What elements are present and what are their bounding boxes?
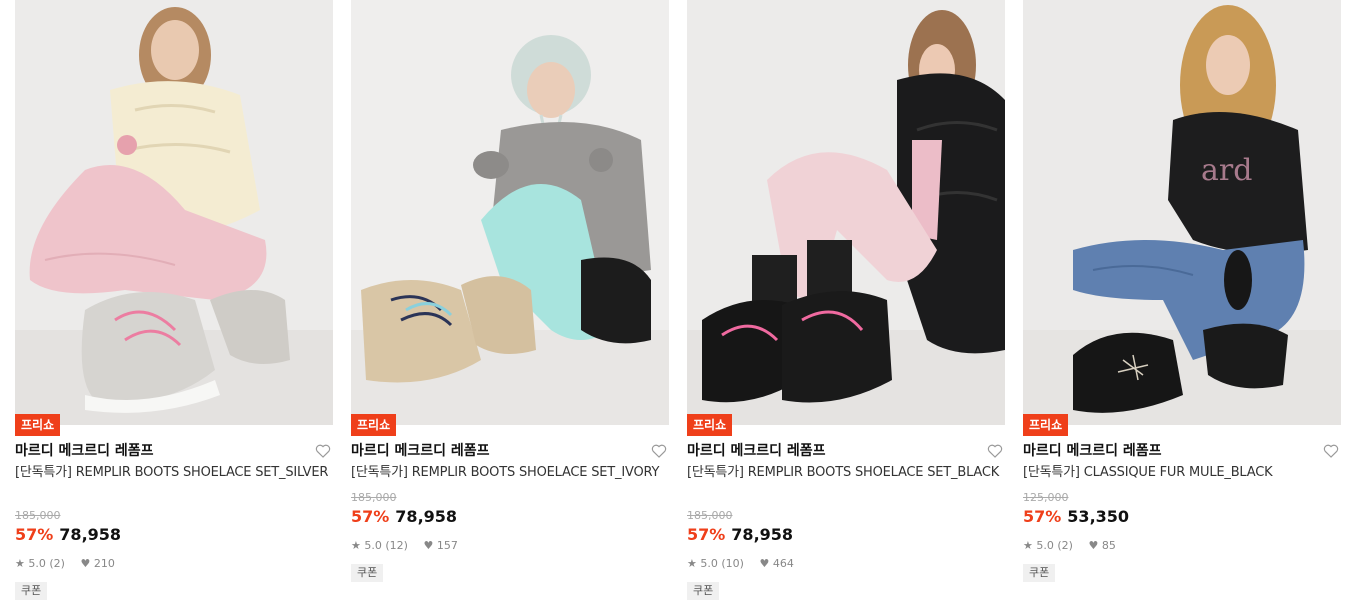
- sale-price: 53,350: [1067, 507, 1130, 526]
- review-meta: ★ 5.0 (10) ♥ 464: [687, 557, 794, 570]
- product-name[interactable]: [단독특가] REMPLIR BOOTS SHOELACE SET_SILVER: [15, 464, 333, 482]
- price-row: 57% 78,958: [687, 525, 793, 544]
- product-card[interactable]: 프리쇼 마르디 메크르디 레폼프 [단독특가] REMPLIR BOOTS SH…: [15, 0, 333, 600]
- product-name[interactable]: [단독특가] REMPLIR BOOTS SHOELACE SET_IVORY: [351, 464, 669, 482]
- discount-rate: 57%: [1023, 507, 1062, 526]
- product-image[interactable]: [687, 0, 1005, 425]
- model-photo-black: [687, 0, 1005, 425]
- brand-row: 마르디 메크르디 레폼프: [1023, 441, 1341, 461]
- heart-filled-icon: ♥: [423, 539, 434, 552]
- review-meta: ★ 5.0 (2) ♥ 210: [15, 557, 115, 570]
- price-row: 57% 78,958: [15, 525, 121, 544]
- model-photo-silver: [15, 0, 333, 425]
- price-row: 57% 53,350: [1023, 507, 1129, 526]
- heart-filled-icon: ♥: [1088, 539, 1099, 552]
- coupon-tag: 쿠폰: [1023, 564, 1056, 582]
- product-image[interactable]: ard: [1023, 0, 1341, 425]
- brand-name[interactable]: 마르디 메크르디 레폼프: [15, 443, 154, 459]
- brand-row: 마르디 메크르디 레폼프: [687, 441, 1005, 461]
- star-icon: ★: [15, 557, 25, 570]
- heart-filled-icon: ♥: [759, 557, 770, 570]
- product-card[interactable]: 프리쇼 마르디 메크르디 레폼프 [단독특가] REMPLIR BOOTS SH…: [351, 0, 669, 582]
- model-photo-mule: ard: [1023, 0, 1341, 425]
- coupon-tag: 쿠폰: [15, 582, 48, 600]
- preshow-badge: 프리쇼: [687, 414, 733, 436]
- brand-name[interactable]: 마르디 메크르디 레폼프: [351, 443, 490, 459]
- rating-score: 5.0: [364, 539, 382, 552]
- brand-name[interactable]: 마르디 메크르디 레폼프: [1023, 443, 1162, 459]
- sale-price: 78,958: [59, 525, 122, 544]
- review-meta: ★ 5.0 (12) ♥ 157: [351, 539, 458, 552]
- preshow-badge: 프리쇼: [351, 414, 397, 436]
- coupon-tag: 쿠폰: [351, 564, 384, 582]
- review-count: (12): [385, 539, 408, 552]
- sale-price: 78,958: [731, 525, 794, 544]
- brand-row: 마르디 메크르디 레폼프: [15, 441, 333, 461]
- product-card[interactable]: ard 프리쇼 마르디 메크르디 레폼프 [단독특가] CLASSIQUE FU…: [1023, 0, 1341, 582]
- product-image[interactable]: [351, 0, 669, 425]
- discount-rate: 57%: [351, 507, 390, 526]
- rating-score: 5.0: [700, 557, 718, 570]
- like-count: 464: [772, 557, 794, 570]
- preshow-badge: 프리쇼: [15, 414, 61, 436]
- heart-outline-icon[interactable]: [651, 443, 667, 459]
- product-image[interactable]: [15, 0, 333, 425]
- rating-score: 5.0: [28, 557, 46, 570]
- discount-rate: 57%: [687, 525, 726, 544]
- original-price: 125,000: [1023, 491, 1069, 504]
- heart-filled-icon: ♥: [80, 557, 91, 570]
- discount-rate: 57%: [15, 525, 54, 544]
- like-count: 210: [93, 557, 115, 570]
- heart-outline-icon[interactable]: [1323, 443, 1339, 459]
- svg-text:ard: ard: [1201, 153, 1252, 188]
- review-count: (10): [721, 557, 744, 570]
- review-meta: ★ 5.0 (2) ♥ 85: [1023, 539, 1116, 552]
- brand-row: 마르디 메크르디 레폼프: [351, 441, 669, 461]
- rating-score: 5.0: [1036, 539, 1054, 552]
- star-icon: ★: [687, 557, 697, 570]
- product-card[interactable]: 프리쇼 마르디 메크르디 레폼프 [단독특가] REMPLIR BOOTS SH…: [687, 0, 1005, 600]
- star-icon: ★: [351, 539, 361, 552]
- product-grid: 프리쇼 마르디 메크르디 레폼프 [단독특가] REMPLIR BOOTS SH…: [0, 0, 1348, 602]
- original-price: 185,000: [687, 509, 733, 522]
- product-name[interactable]: [단독특가] CLASSIQUE FUR MULE_BLACK: [1023, 464, 1341, 482]
- heart-outline-icon[interactable]: [987, 443, 1003, 459]
- like-count: 157: [436, 539, 458, 552]
- product-name[interactable]: [단독특가] REMPLIR BOOTS SHOELACE SET_BLACK: [687, 464, 1005, 482]
- price-row: 57% 78,958: [351, 507, 457, 526]
- coupon-tag: 쿠폰: [687, 582, 720, 600]
- sale-price: 78,958: [395, 507, 458, 526]
- original-price: 185,000: [15, 509, 61, 522]
- star-icon: ★: [1023, 539, 1033, 552]
- heart-outline-icon[interactable]: [315, 443, 331, 459]
- brand-name[interactable]: 마르디 메크르디 레폼프: [687, 443, 826, 459]
- model-photo-ivory: [351, 0, 669, 425]
- like-count: 85: [1101, 539, 1116, 552]
- review-count: (2): [1057, 539, 1073, 552]
- preshow-badge: 프리쇼: [1023, 414, 1069, 436]
- original-price: 185,000: [351, 491, 397, 504]
- review-count: (2): [49, 557, 65, 570]
